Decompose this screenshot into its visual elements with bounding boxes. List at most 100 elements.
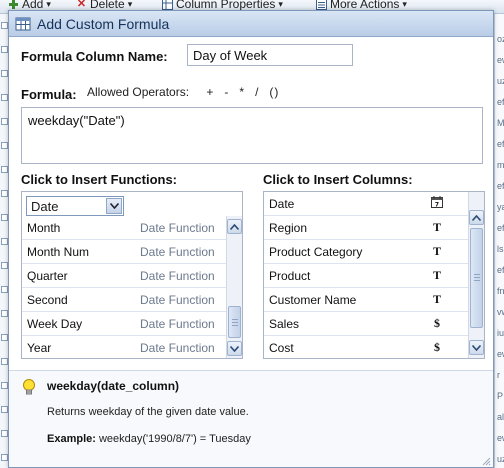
functions-scroll-thumb[interactable] (228, 306, 241, 338)
function-type: Date Function (140, 220, 215, 235)
columns-scrollbar[interactable] (468, 192, 484, 358)
row-checkbox[interactable] (1, 406, 8, 413)
columns-scroll-thumb[interactable] (470, 228, 483, 328)
background-cell-fragment: ewt (497, 55, 504, 65)
column-name-input[interactable] (187, 44, 353, 66)
column-name: Product (269, 268, 311, 283)
functions-panel-heading: Click to Insert Functions: (21, 172, 178, 187)
currency-type-icon: $ (434, 316, 440, 330)
resize-grip-icon[interactable] (481, 455, 491, 466)
delete-chevron-icon: ▾ (127, 0, 133, 9)
function-category-select[interactable]: Date (26, 196, 124, 216)
columns-panel: Date 7 Region T Product Category T Product T Cus… (263, 191, 485, 359)
dialog-title-bar[interactable]: Add Custom Formula (9, 11, 493, 37)
functions-panel: Date Month Date Function Month Num Date Fun… (21, 191, 243, 359)
operator-symbol: + (206, 85, 215, 99)
row-checkbox[interactable] (1, 70, 8, 77)
dialog-title: Add Custom Formula (37, 15, 170, 32)
scroll-down-icon[interactable] (227, 341, 242, 356)
scroll-up-icon[interactable] (469, 210, 484, 225)
column-name: Product Category (269, 244, 363, 259)
function-list-item[interactable]: Year Date Function (22, 336, 226, 358)
function-list-item[interactable]: Month Num Date Function (22, 240, 226, 264)
row-checkbox[interactable] (1, 382, 8, 389)
function-list-item[interactable]: Quarter Date Function (22, 264, 226, 288)
row-checkbox[interactable] (1, 22, 8, 29)
background-grid-fragment: oza ewt uza efr Mo efr mit efr ya efr lsu efr fn vw iu… (494, 14, 504, 468)
function-list-item[interactable]: Month Date Function (22, 216, 226, 240)
column-name: Date (269, 196, 295, 211)
formula-table-icon (15, 16, 31, 32)
function-example: Example: weekday('1990/8/7') = Tuesday (47, 433, 251, 445)
select-chevron-down-icon[interactable] (106, 198, 122, 214)
column-list-item[interactable]: Cost $ (264, 336, 468, 358)
row-checkbox[interactable] (1, 334, 8, 341)
row-checkbox[interactable] (1, 454, 8, 461)
row-checkbox[interactable] (1, 262, 8, 269)
function-name: Month Num (27, 244, 90, 259)
text-type-icon: T (432, 292, 441, 306)
function-name: Second (27, 292, 68, 307)
background-cell-fragment: Mo (497, 118, 504, 128)
background-cell-fragment: oza (497, 34, 504, 44)
column-name: Sales (269, 316, 300, 331)
operator-symbol: * (239, 85, 246, 99)
column-name-label: Formula Column Name: (21, 49, 168, 64)
background-cell-fragment: r (497, 370, 500, 380)
background-cell-fragment: efr (497, 223, 504, 233)
column-list-item[interactable]: Product Category T (264, 240, 468, 264)
background-cell-fragment: ew (497, 349, 504, 359)
add-custom-formula-dialog: Add Custom Formula Formula Column Name: … (8, 10, 494, 468)
more-actions-chevron-icon: ▾ (402, 0, 407, 9)
list-icon (316, 0, 327, 10)
row-checkbox[interactable] (1, 430, 8, 437)
function-category-value: Date (31, 198, 59, 214)
row-checkbox[interactable] (1, 46, 8, 53)
row-checkbox[interactable] (1, 190, 8, 197)
background-cell-fragment: iu (497, 328, 504, 338)
column-properties-chevron-icon: ▾ (278, 0, 283, 9)
function-type: Date Function (140, 292, 215, 307)
background-cell-fragment: uza (497, 76, 504, 86)
column-list-item[interactable]: Product T (264, 264, 468, 288)
column-list-item[interactable]: Date 7 (264, 192, 468, 216)
allowed-operators: Allowed Operators: + - * / () (87, 85, 289, 99)
function-name: Quarter (27, 268, 68, 283)
text-type-icon: T (432, 244, 441, 258)
row-checkbox[interactable] (1, 142, 8, 149)
column-name: Customer Name (269, 292, 357, 307)
delete-x-icon: ✕ (76, 0, 87, 10)
row-checkbox[interactable] (1, 166, 8, 173)
scroll-down-icon[interactable] (469, 340, 484, 355)
background-cell-fragment: fn (497, 286, 504, 296)
background-cell-fragment: mit (497, 160, 504, 170)
row-checkbox[interactable] (1, 238, 8, 245)
operator-symbol: / (255, 85, 260, 99)
background-cell-fragment: uz (497, 454, 504, 464)
functions-scrollbar[interactable] (226, 216, 242, 358)
row-checkbox[interactable] (1, 214, 8, 221)
background-cell-fragment: lsu (497, 244, 504, 254)
lightbulb-icon (21, 378, 37, 396)
add-icon (8, 0, 19, 10)
column-list-item[interactable]: Customer Name T (264, 288, 468, 312)
example-text: weekday('1990/8/7') = Tuesday (98, 433, 251, 445)
allowed-operators-label: Allowed Operators: (87, 85, 190, 99)
row-checkbox[interactable] (1, 94, 8, 101)
formula-textarea[interactable]: weekday("Date") (21, 107, 483, 164)
background-cell-fragment: ew (497, 433, 504, 443)
column-list-item[interactable]: Sales $ (264, 312, 468, 336)
row-checkbox[interactable] (1, 286, 8, 293)
row-checkbox[interactable] (1, 358, 8, 365)
column-name: Cost (269, 340, 294, 355)
example-label: Example: (47, 433, 96, 445)
operator-list: + - * / () (206, 85, 289, 99)
row-checkbox[interactable] (1, 118, 8, 125)
function-list-item[interactable]: Week Day Date Function (22, 312, 226, 336)
calendar-icon: 7 (430, 195, 444, 212)
row-checkbox[interactable] (1, 310, 8, 317)
column-list-item[interactable]: Region T (264, 216, 468, 240)
scroll-up-icon[interactable] (227, 219, 242, 234)
formula-label: Formula: (21, 87, 77, 102)
function-list-item[interactable]: Second Date Function (22, 288, 226, 312)
